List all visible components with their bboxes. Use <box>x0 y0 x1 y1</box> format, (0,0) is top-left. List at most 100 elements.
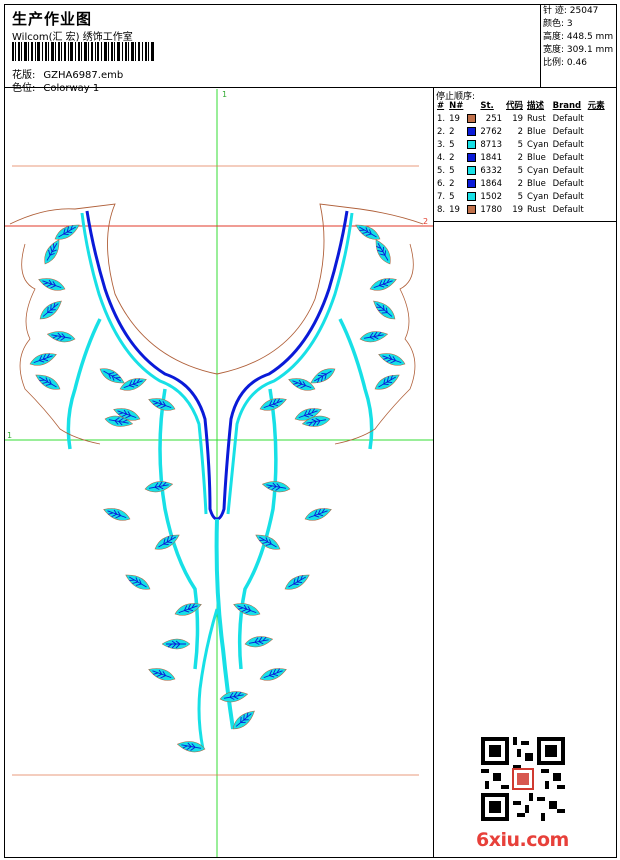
stop-index: 6. <box>437 179 446 189</box>
stats-panel: 针 迹: 25047 颜色: 3 高度: 448.5 mm 宽度: 309.1 … <box>541 4 617 88</box>
stop-swatch <box>465 139 478 152</box>
color-swatch <box>467 127 477 136</box>
stitch-count-label: 针 迹: <box>543 6 567 16</box>
col-header-element: 元素 <box>587 101 605 111</box>
color-swatch <box>467 140 477 149</box>
stop-description: Cyan <box>527 192 549 202</box>
stop-swatch <box>465 152 478 165</box>
left-neck-band-cyan <box>80 212 208 515</box>
col-header-brand: Brand <box>552 101 582 111</box>
stop-needle: 2 <box>449 179 455 189</box>
leaf-motif <box>244 636 274 648</box>
stop-swatch <box>465 113 478 126</box>
leaf-motif <box>378 353 406 366</box>
col-header-index: # <box>437 101 445 111</box>
leaf-motif <box>233 603 261 616</box>
stop-swatch <box>465 204 478 217</box>
stop-description: Rust <box>527 114 546 124</box>
stop-row: 6. 2 1864 2 Blue Default <box>435 178 607 191</box>
stop-needle: 5 <box>449 140 455 150</box>
height-value: 448.5 mm <box>566 32 614 42</box>
color-count-value: 3 <box>566 19 573 29</box>
leaf-motif <box>38 278 66 291</box>
stop-stitches: 6332 <box>480 166 503 176</box>
leaf-motif <box>374 374 400 390</box>
stop-stitches: 251 <box>485 114 503 124</box>
stop-code: 2 <box>517 179 524 189</box>
stop-swatch <box>465 191 478 204</box>
color-swatch <box>467 205 477 214</box>
scale-label: 比例: <box>543 58 565 68</box>
stop-brand: Default <box>552 140 584 150</box>
stop-stitches: 8713 <box>480 140 503 150</box>
stop-row: 5. 5 6332 5 Cyan Default <box>435 165 607 178</box>
height-label: 高度: <box>543 32 565 42</box>
stop-row: 2. 2 2762 2 Blue Default <box>435 126 607 139</box>
stop-sequence-table: # N# St. 代码 描述 Brand 元素 1. 19 251 19 Rust Def… <box>435 100 607 217</box>
stop-stitches: 1864 <box>480 179 503 189</box>
stop-code: 2 <box>517 127 524 137</box>
width-row: 宽度: 309.1 mm <box>543 44 617 57</box>
stop-swatch <box>465 165 478 178</box>
leaf-motif <box>355 224 381 240</box>
side-divider <box>434 221 617 222</box>
left-neck-band <box>85 210 218 521</box>
col-header-code: 代码 <box>506 101 524 111</box>
height-row: 高度: 448.5 mm <box>543 31 617 44</box>
leaf-motif <box>46 331 76 343</box>
stop-description: Blue <box>527 153 546 163</box>
leaf-motif <box>119 378 147 391</box>
stop-index: 2. <box>437 127 446 137</box>
stop-description: Cyan <box>527 140 549 150</box>
width-value: 309.1 mm <box>566 45 614 55</box>
leaf-motif <box>219 691 249 703</box>
watermark-text: 6xiu.com <box>476 829 569 851</box>
col-header-stitches: St. <box>480 101 494 111</box>
stop-description: Cyan <box>527 166 549 176</box>
stop-stitches: 1780 <box>480 205 503 215</box>
leaf-motif <box>259 668 287 681</box>
leaf-motif <box>261 481 291 493</box>
stitch-count-value: 25047 <box>569 6 599 16</box>
leaf-motif <box>103 508 131 521</box>
stop-row: 8. 19 1780 19 Rust Default <box>435 204 607 217</box>
stop-code: 19 <box>512 205 524 215</box>
stop-sequence-header-row: # N# St. 代码 描述 Brand 元素 <box>435 100 607 113</box>
lower-stem <box>197 608 219 750</box>
right-neck-band-cyan <box>226 212 354 515</box>
stop-row: 3. 5 8713 5 Cyan Default <box>435 139 607 152</box>
leaf-motif <box>44 239 60 265</box>
design-canvas: 1 1 2 <box>5 89 433 857</box>
studio-subtitle: Wilcom(汇 宏) 绣饰工作室 <box>12 32 133 43</box>
stop-index: 1. <box>437 114 446 124</box>
stop-code: 19 <box>512 114 524 124</box>
stop-brand: Default <box>552 153 584 163</box>
stop-sequence-body: 1. 19 251 19 Rust Default 2. 2 2762 2 Blue Default 3… <box>435 113 607 217</box>
leaf-motif <box>148 668 176 681</box>
stop-stitches: 2762 <box>480 127 503 137</box>
stop-needle: 2 <box>449 153 455 163</box>
stop-stitches: 1841 <box>480 153 503 163</box>
leaf-motif <box>54 224 80 240</box>
leaf-motif <box>99 368 125 384</box>
page-title: 生产作业图 <box>12 10 93 28</box>
guide-lines <box>5 89 433 857</box>
right-neck-band <box>216 210 349 521</box>
header-panel: 生产作业图 Wilcom(汇 宏) 绣饰工作室 花版: GZHA6987.emb … <box>4 4 541 94</box>
stop-needle: 19 <box>449 205 460 215</box>
stop-swatch <box>465 126 478 139</box>
stop-description: Blue <box>527 179 546 189</box>
stop-description: Rust <box>527 205 546 215</box>
stop-needle: 5 <box>449 166 455 176</box>
leaf-motif <box>310 368 336 384</box>
stop-row: 4. 2 1841 2 Blue Default <box>435 152 607 165</box>
col-header-swatch <box>465 100 478 113</box>
scale-row: 比例: 0.46 <box>543 57 617 70</box>
barcode-icon <box>12 42 154 61</box>
leaf-motif <box>369 278 397 291</box>
stop-index: 5. <box>437 166 446 176</box>
color-swatch <box>467 153 477 162</box>
leaf-motif <box>288 378 316 391</box>
color-count-label: 颜色: <box>543 19 565 29</box>
left-stem-b <box>158 388 200 670</box>
